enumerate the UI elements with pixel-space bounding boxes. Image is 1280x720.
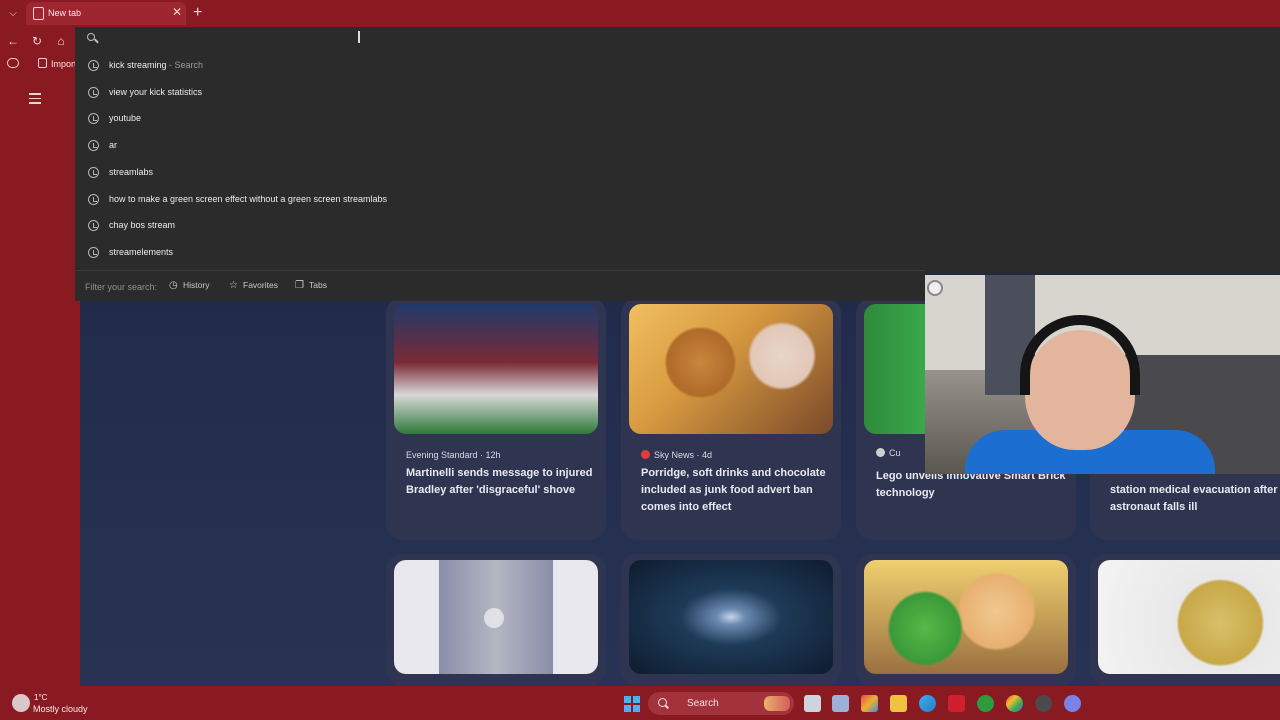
search-icon: [87, 33, 99, 45]
menu-icon[interactable]: [29, 93, 41, 107]
news-source: Evening Standard · 12h: [406, 450, 501, 460]
copilot-icon[interactable]: [861, 695, 878, 712]
news-headline: station medical evacuation after astrona…: [1110, 484, 1278, 513]
history-icon: [88, 167, 99, 178]
tab-bar: ⌵ New tab ✕ +: [0, 0, 1280, 27]
refresh-icon[interactable]: ↻: [28, 32, 46, 50]
suggestion-item[interactable]: chay bos stream: [75, 213, 1280, 240]
filter-history-button[interactable]: ◷ History: [169, 280, 209, 291]
suggestion-hint: - Search: [166, 60, 204, 70]
edge-icon[interactable]: [919, 695, 936, 712]
taskbar: 1°C Mostly cloudy Search: [0, 686, 1280, 720]
history-icon: [88, 247, 99, 258]
filter-label: Filter your search:: [85, 282, 158, 292]
weather-condition: Mostly cloudy: [33, 704, 88, 714]
news-source: Sky News · 4d: [641, 450, 712, 460]
start-icon[interactable]: [624, 696, 640, 712]
play-icon[interactable]: [484, 608, 504, 628]
news-headline: Porridge, soft drinks and chocolate incl…: [641, 467, 826, 513]
clock-icon: [927, 280, 943, 296]
news-image: [629, 304, 833, 434]
history-icon: [88, 60, 99, 71]
history-icon: [88, 194, 99, 205]
suggestion-item[interactable]: kick streaming - Search: [75, 53, 1280, 80]
tab-new-tab[interactable]: New tab ✕: [26, 2, 186, 25]
suggestion-text: ar: [109, 140, 118, 150]
page-icon: [33, 7, 44, 20]
news-image: [1098, 560, 1280, 674]
discord-icon[interactable]: [1064, 695, 1081, 712]
news-card[interactable]: [386, 554, 606, 686]
webcam-overlay: [925, 275, 1280, 474]
folder-icon: [38, 58, 47, 68]
home-icon[interactable]: ⌂: [52, 32, 70, 50]
news-card[interactable]: [621, 554, 841, 686]
tabs-icon: ❐: [295, 280, 304, 291]
filter-favorites-button[interactable]: ☆ Favorites: [229, 280, 278, 291]
text-cursor: [358, 31, 360, 43]
suggestion-text: view your kick statistics: [109, 87, 203, 97]
file-explorer-icon[interactable]: [890, 695, 907, 712]
news-headline: Martinelli sends message to injured Brad…: [406, 467, 593, 496]
task-view-icon[interactable]: [804, 695, 821, 712]
taskbar-search-label: Search: [687, 698, 719, 709]
weather-icon[interactable]: [12, 694, 30, 712]
news-card[interactable]: [856, 554, 1076, 686]
chrome-icon[interactable]: [1006, 695, 1023, 712]
search-highlight-icon: [764, 696, 790, 711]
new-tab-button[interactable]: +: [193, 3, 202, 23]
sidebar-strip: [0, 74, 80, 686]
xbox-icon[interactable]: [977, 695, 994, 712]
bookmark-import[interactable]: Import: [38, 58, 77, 69]
tab-title: New tab: [48, 8, 82, 18]
suggestion-text: kick streaming: [109, 60, 167, 70]
taskbar-search[interactable]: Search: [648, 692, 794, 715]
suggestion-item[interactable]: view your kick statistics: [75, 80, 1280, 107]
history-icon: ◷: [169, 280, 178, 291]
history-icon: [88, 113, 99, 124]
news-card[interactable]: [1090, 554, 1280, 686]
collections-icon[interactable]: [7, 58, 19, 68]
tab-close-button[interactable]: ✕: [172, 5, 182, 19]
suggestion-text: youtube: [109, 113, 142, 123]
obs-icon[interactable]: [1035, 695, 1052, 712]
news-image: [629, 560, 833, 674]
star-icon: ☆: [229, 280, 238, 291]
suggestion-item[interactable]: how to make a green screen effect withou…: [75, 187, 1280, 214]
suggestion-text: chay bos stream: [109, 220, 176, 230]
weather-temperature: 1°C: [34, 693, 48, 702]
publisher-icon: [876, 448, 885, 457]
history-icon: [88, 220, 99, 231]
suggestion-text: how to make a green screen effect withou…: [109, 194, 387, 204]
news-source: Cu: [876, 448, 901, 458]
news-card[interactable]: Sky News · 4d Porridge, soft drinks and …: [621, 298, 841, 540]
suggestion-item[interactable]: youtube: [75, 106, 1280, 133]
history-icon: [88, 140, 99, 151]
sky-news-icon: [641, 450, 650, 459]
news-image: [394, 304, 598, 434]
news-image: [864, 560, 1068, 674]
history-icon: [88, 87, 99, 98]
pdf-icon[interactable]: [948, 695, 965, 712]
search-filter-bar: Filter your search: ◷ History ☆ Favorites …: [75, 270, 925, 301]
suggestion-item[interactable]: ar: [75, 133, 1280, 160]
tab-actions-button[interactable]: ⌵: [4, 5, 22, 23]
bookmark-label: Import: [51, 59, 77, 69]
back-icon[interactable]: ←: [4, 32, 22, 50]
suggestion-item[interactable]: streamelements: [75, 240, 1280, 267]
suggestion-item[interactable]: streamlabs: [75, 160, 1280, 187]
store-icon[interactable]: [832, 695, 849, 712]
filter-tabs-button[interactable]: ❐ Tabs: [295, 280, 327, 291]
suggestion-text: streamlabs: [109, 167, 154, 177]
suggestion-text: streamelements: [109, 247, 174, 257]
news-card[interactable]: Evening Standard · 12h Martinelli sends …: [386, 298, 606, 540]
